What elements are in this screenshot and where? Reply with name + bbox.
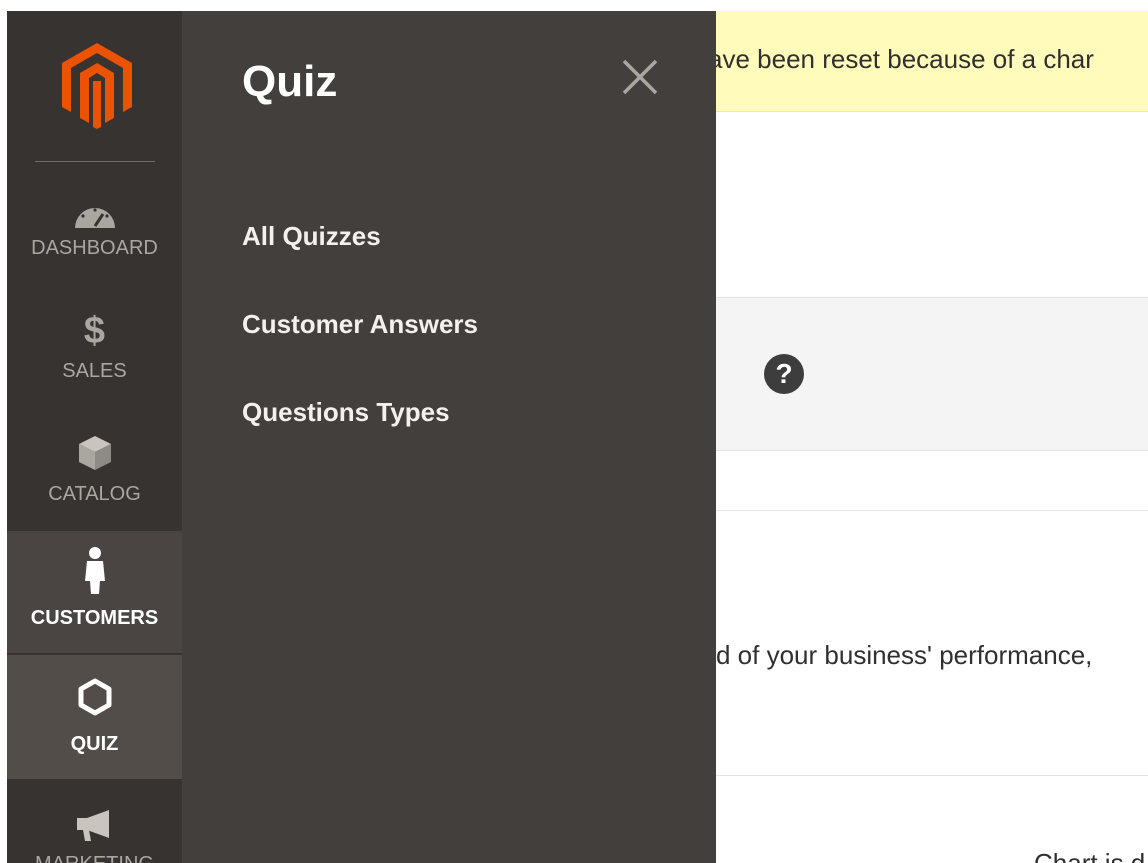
system-notice-text: ave been reset because of a char (708, 44, 1094, 74)
chart-disabled-text: Chart is d (1034, 848, 1146, 863)
performance-description: d of your business' performance, (716, 640, 1093, 670)
submenu-link-customer-answers[interactable]: Customer Answers (242, 309, 478, 340)
top-strip (0, 0, 1148, 10)
sidebar-item-dashboard[interactable]: DASHBOARD (7, 187, 182, 309)
megaphone-icon (7, 805, 182, 845)
magento-logo[interactable] (59, 41, 135, 129)
sidebar-item-marketing[interactable]: MARKETING (7, 779, 182, 863)
logo-divider (35, 161, 155, 162)
dollar-icon: $ (83, 309, 106, 352)
sidebar-item-label: QUIZ (70, 733, 119, 755)
submenu-link-all-quizzes[interactable]: All Quizzes (242, 221, 381, 252)
admin-page: ave been reset because of a char ? d of … (0, 0, 1148, 863)
sidebar-item-quiz[interactable]: QUIZ (7, 655, 182, 779)
sidebar-item-label: SALES (62, 360, 127, 382)
magento-logo-icon (62, 43, 132, 129)
admin-sidebar: DASHBOARD $ SALES CATALOG CUSTOMERS QUIZ (7, 11, 182, 863)
submenu-link-questions-types[interactable]: Questions Types (242, 397, 450, 428)
submenu-title: Quiz (242, 57, 338, 106)
section-divider (700, 775, 1148, 776)
sidebar-item-label: DASHBOARD (31, 237, 158, 259)
sidebar-item-label: CATALOG (48, 483, 141, 505)
quiz-submenu-panel: Quiz All Quizzes Customer Answers Questi… (182, 11, 716, 863)
help-icon[interactable]: ? (764, 354, 804, 394)
section-divider (700, 510, 1148, 511)
box-icon (7, 433, 182, 473)
sidebar-item-customers[interactable]: CUSTOMERS (7, 531, 182, 653)
sidebar-item-label: CUSTOMERS (30, 607, 159, 629)
sidebar-item-label: MARKETING (7, 853, 182, 863)
sidebar-item-sales[interactable]: $ SALES (7, 309, 182, 431)
close-icon[interactable] (618, 55, 662, 99)
hexagon-icon (7, 677, 182, 717)
person-icon (7, 547, 182, 594)
speedometer-icon (7, 195, 182, 235)
